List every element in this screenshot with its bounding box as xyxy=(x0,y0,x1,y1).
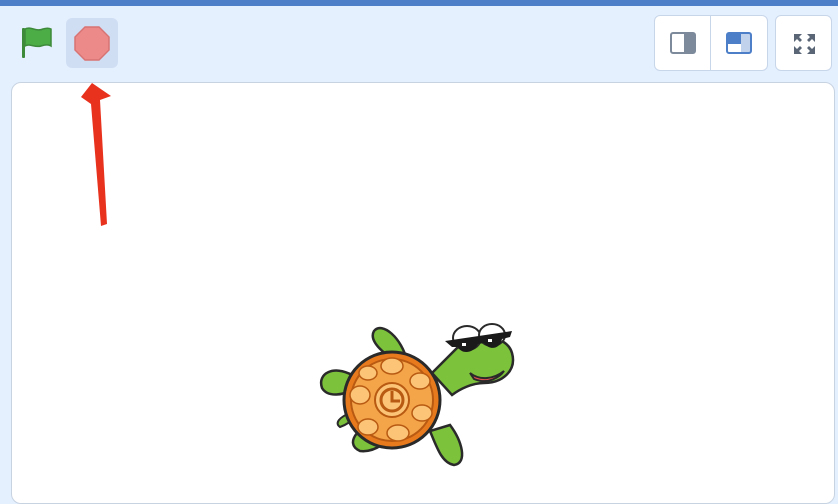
small-stage-button[interactable] xyxy=(655,16,711,70)
stop-sign-icon xyxy=(74,26,110,61)
fullscreen-button[interactable] xyxy=(775,15,832,71)
large-stage-icon xyxy=(726,32,752,54)
stop-button[interactable] xyxy=(66,18,118,68)
fullscreen-icon xyxy=(794,34,815,54)
small-stage-icon xyxy=(670,32,696,54)
turtle-sprite[interactable] xyxy=(312,303,522,478)
green-flag-button[interactable] xyxy=(13,20,59,66)
green-flag-icon xyxy=(22,27,52,58)
normal-stage-button[interactable] xyxy=(711,16,767,70)
stage-canvas[interactable] xyxy=(11,82,835,504)
stage-toolbar xyxy=(0,6,838,82)
stage-size-toggle xyxy=(654,15,768,71)
